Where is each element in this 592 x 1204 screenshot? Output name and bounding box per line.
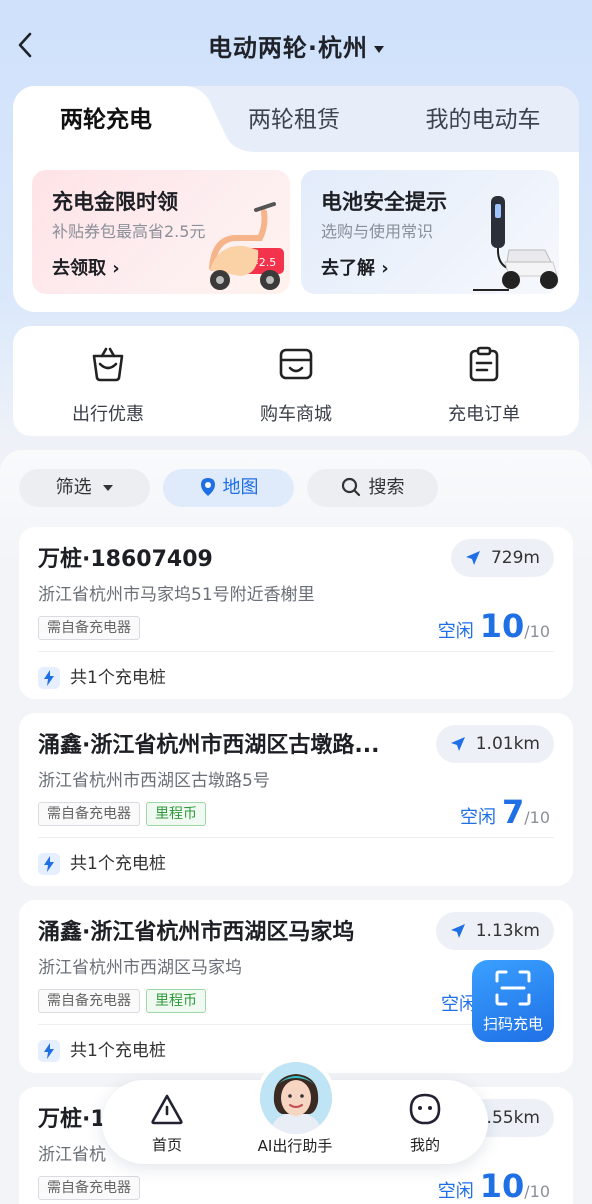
availability: 空闲 10/10 bbox=[437, 1167, 550, 1204]
tag-bring-charger: 需自备充电器 bbox=[38, 1176, 140, 1200]
city-title[interactable]: 电动两轮·杭州 bbox=[0, 28, 592, 63]
station-name: 万桩·18607409 bbox=[38, 547, 213, 572]
navigation-arrow-icon bbox=[450, 924, 465, 938]
banner-battery-safety[interactable]: 电池安全提示 选购与使用常识 去了解 › bbox=[301, 170, 559, 294]
order-clipboard-icon bbox=[469, 346, 499, 382]
station-name: 万桩·1 bbox=[38, 1107, 106, 1132]
scooter-illustration: ¥2.5 bbox=[209, 202, 284, 290]
banner-coupon-link[interactable]: 去领取 › bbox=[52, 254, 120, 280]
availability: 空闲 7/10 bbox=[459, 793, 550, 831]
tag-mileage-coin: 里程币 bbox=[146, 989, 206, 1013]
home-icon bbox=[151, 1094, 183, 1125]
user-face-icon bbox=[409, 1093, 441, 1125]
service-card: 两轮充电 两轮租赁 我的电动车 充电金限时领 补贴券包最高省2.5元 去领取 ›… bbox=[13, 86, 579, 312]
nav-mine-label: 我的 bbox=[409, 1136, 440, 1154]
tab-bar: 两轮充电 两轮租赁 我的电动车 bbox=[13, 86, 579, 152]
pile-count: 共1个充电桩 bbox=[38, 663, 166, 689]
tab-my-ebike[interactable]: 我的电动车 bbox=[393, 86, 573, 152]
station-tags: 需自备充电器 里程币 bbox=[38, 802, 212, 826]
caret-down-icon bbox=[374, 45, 385, 53]
page-title: 电动两轮·杭州 bbox=[207, 34, 369, 62]
tab-rental[interactable]: 两轮租赁 bbox=[209, 86, 379, 152]
tag-bring-charger: 需自备充电器 bbox=[38, 616, 140, 640]
station-address: 浙江省杭州市马家坞51号附近香榭里 bbox=[38, 585, 315, 605]
station-card[interactable]: 万桩·18607409 729m 浙江省杭州市马家坞51号附近香榭里 需自备充电… bbox=[19, 527, 573, 699]
navigation-arrow-icon bbox=[450, 737, 465, 751]
station-address: 浙江省杭州市西湖区马家坞 bbox=[38, 958, 242, 978]
caret-down-icon bbox=[103, 485, 114, 491]
quick-travel-deals[interactable]: 出行优惠 bbox=[38, 344, 178, 426]
ai-assistant-avatar-button[interactable] bbox=[256, 1058, 336, 1138]
lightning-icon bbox=[38, 1040, 60, 1062]
station-tags: 需自备充电器 bbox=[38, 616, 146, 640]
assistant-portrait bbox=[260, 1062, 332, 1134]
pile-count: 共1个充电桩 bbox=[38, 1036, 166, 1062]
nav-home-label: 首页 bbox=[151, 1136, 182, 1154]
map-button[interactable]: 地图 bbox=[163, 469, 294, 507]
banner-coupon-title: 充电金限时领 bbox=[52, 190, 178, 214]
nav-home[interactable]: 首页 bbox=[142, 1092, 192, 1155]
gift-bag-icon bbox=[92, 347, 124, 382]
scan-charge-label: 扫码充电 bbox=[482, 1015, 543, 1033]
scan-charge-button[interactable]: 扫码充电 bbox=[472, 960, 554, 1042]
quick-bike-store-label: 购车商城 bbox=[260, 404, 332, 425]
quick-travel-deals-label: 出行优惠 bbox=[72, 404, 144, 425]
banner-coupon[interactable]: 充电金限时领 补贴券包最高省2.5元 去领取 › ¥2.5 bbox=[32, 170, 290, 294]
quick-bike-store[interactable]: 购车商城 bbox=[226, 344, 366, 426]
banner-coupon-subtitle: 补贴券包最高省2.5元 bbox=[52, 222, 206, 241]
quick-charge-orders-label: 充电订单 bbox=[448, 404, 520, 425]
filter-button[interactable]: 筛选 bbox=[19, 469, 150, 507]
nav-mine[interactable]: 我的 bbox=[400, 1092, 450, 1155]
banner-safety-subtitle: 选购与使用常识 bbox=[321, 222, 434, 241]
station-name: 涌鑫·浙江省杭州市西湖区马家坞 bbox=[38, 920, 355, 945]
search-icon bbox=[341, 477, 360, 496]
tag-bring-charger: 需自备充电器 bbox=[38, 989, 140, 1013]
station-card[interactable]: 涌鑫·浙江省杭州市西湖区古墩路... 1.01km 浙江省杭州市西湖区古墩路5号… bbox=[19, 713, 573, 886]
quick-entries: 出行优惠 购车商城 充电订单 bbox=[13, 326, 579, 436]
banner-safety-title: 电池安全提示 bbox=[321, 190, 447, 214]
station-tags: 需自备充电器 里程币 bbox=[38, 989, 212, 1013]
tab-charging[interactable]: 两轮充电 bbox=[13, 86, 199, 152]
search-button[interactable]: 搜索 bbox=[307, 469, 438, 507]
lightning-icon bbox=[38, 853, 60, 875]
tag-bring-charger: 需自备充电器 bbox=[38, 802, 140, 826]
tag-mileage-coin: 里程币 bbox=[146, 802, 206, 826]
availability: 空闲 10/10 bbox=[437, 607, 550, 645]
distance-badge[interactable]: 729m bbox=[450, 539, 554, 577]
nav-ai-assistant-label: AI出行助手 bbox=[257, 1137, 333, 1155]
map-pin-icon bbox=[200, 477, 215, 496]
pile-count: 共1个充电桩 bbox=[38, 849, 166, 875]
quick-charge-orders[interactable]: 充电订单 bbox=[414, 344, 554, 426]
nav-ai-assistant[interactable]: AI出行助手 bbox=[245, 1135, 345, 1156]
station-address: 浙江省杭州市西湖区古墩路5号 bbox=[38, 771, 270, 791]
station-name: 涌鑫·浙江省杭州市西湖区古墩路... bbox=[38, 733, 380, 758]
avatar bbox=[260, 1062, 332, 1134]
distance-badge[interactable]: 1.13km bbox=[435, 912, 554, 950]
distance-badge[interactable]: 1.01km bbox=[435, 725, 554, 763]
charging-station-illustration bbox=[473, 196, 558, 291]
scan-icon bbox=[495, 970, 531, 1006]
banner-safety-link[interactable]: 去了解 › bbox=[321, 254, 389, 280]
station-address: 浙江省杭 bbox=[38, 1145, 106, 1165]
store-icon bbox=[279, 348, 313, 380]
station-tags: 需自备充电器 bbox=[38, 1176, 146, 1200]
lightning-icon bbox=[38, 667, 60, 689]
navigation-arrow-icon bbox=[465, 551, 480, 565]
